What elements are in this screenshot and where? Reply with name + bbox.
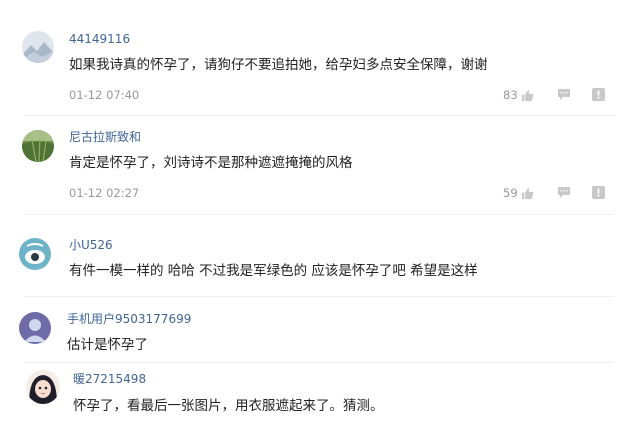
comment-time: 01-12 07:40 [69, 88, 140, 102]
like-button[interactable]: 83 [503, 88, 534, 102]
user-avatar[interactable] [19, 312, 51, 344]
divider [24, 115, 614, 116]
comment-text: 有件一模一样的 哈哈 不过我是军绿色的 应该是怀孕了吧 希望是这样 [69, 263, 478, 279]
comment-time: 01-12 02:27 [69, 186, 140, 200]
comment-bubble-icon[interactable] [557, 88, 571, 101]
username[interactable]: 小U526 [69, 238, 113, 252]
cartoon-eye-avatar-image [19, 238, 51, 270]
thumbs-up-icon [521, 187, 534, 199]
comment-bubble-icon[interactable] [557, 186, 571, 199]
username[interactable]: 44149116 [69, 32, 130, 46]
like-count: 83 [503, 88, 518, 102]
user-avatar[interactable] [26, 370, 60, 404]
comment-text: 怀孕了，看最后一张图片，用衣服遮起来了。猜测。 [73, 398, 384, 414]
username[interactable]: 暖27215498 [73, 372, 146, 386]
comment-text: 估计是怀孕了 [67, 337, 148, 353]
user-avatar[interactable] [22, 130, 54, 162]
thumbs-up-icon [521, 89, 534, 101]
divider [24, 214, 614, 215]
username[interactable]: 尼古拉斯致和 [69, 130, 141, 144]
landscape-avatar-image [22, 31, 54, 63]
like-button[interactable]: 59 [503, 186, 534, 200]
comment-text: 肯定是怀孕了，刘诗诗不是那种遮遮掩掩的风格 [69, 155, 353, 171]
divider [24, 296, 614, 297]
green-field-avatar-image [22, 130, 54, 162]
username[interactable]: 手机用户9503177699 [67, 312, 191, 326]
report-flag-icon[interactable] [592, 186, 605, 199]
anime-girl-avatar-image [26, 370, 60, 404]
report-flag-icon[interactable] [592, 88, 605, 101]
default-user-avatar-image [19, 312, 51, 344]
divider [24, 362, 614, 363]
user-avatar[interactable] [22, 31, 54, 63]
comment-text: 如果我诗真的怀孕了，请狗仔不要追拍她，给孕妇多点安全保障，谢谢 [69, 57, 488, 73]
user-avatar[interactable] [19, 238, 51, 270]
like-count: 59 [503, 186, 518, 200]
